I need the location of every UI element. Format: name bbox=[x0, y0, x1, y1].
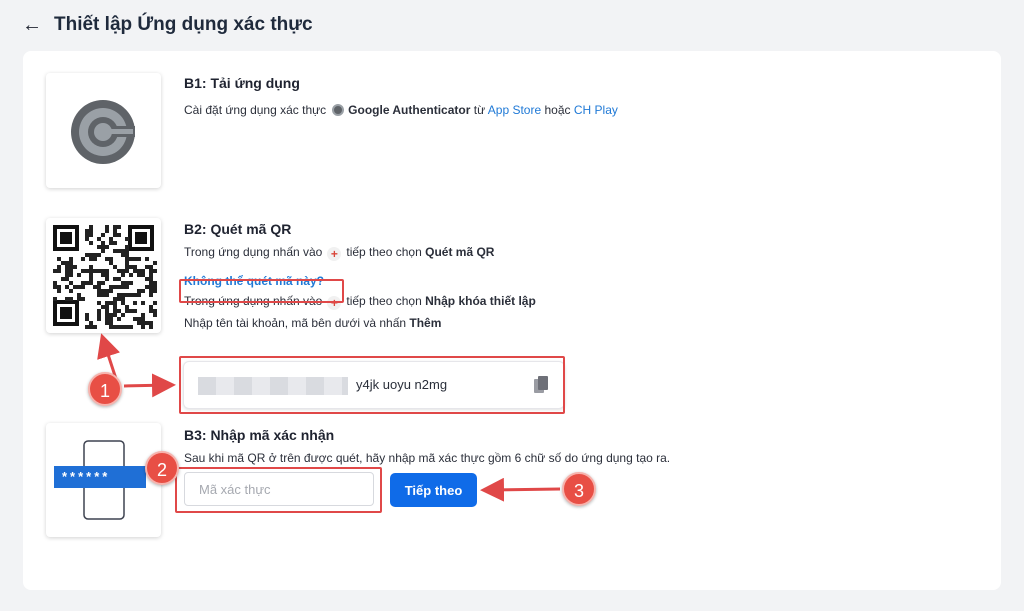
step2: B2: Quét mã QR Trong ứng dụng nhấn vào + t… bbox=[184, 221, 536, 334]
cannot-scan-highlight bbox=[179, 279, 344, 303]
step2-line1-mid: tiếp theo chọn bbox=[346, 245, 422, 259]
google-authenticator-icon bbox=[332, 104, 345, 116]
step2-title: B2: Quét mã QR bbox=[184, 221, 292, 237]
code-input-highlight bbox=[175, 467, 382, 513]
qr-code bbox=[46, 218, 161, 333]
step2-line2-mid: tiếp theo chọn bbox=[346, 294, 422, 308]
setup-key-highlight bbox=[179, 356, 565, 414]
phone-code-illustration: ****** bbox=[46, 423, 161, 537]
step3-description: Sau khi mã QR ở trên được quét, hãy nhập… bbox=[184, 451, 671, 465]
step1: B1: Tải ứng dụng Cài đặt ứng dụng xác th… bbox=[184, 75, 618, 121]
plus-icon: + bbox=[327, 247, 342, 261]
ch-play-link[interactable]: CH Play bbox=[574, 103, 618, 117]
step2-line1: Trong ứng dụng nhấn vào + tiếp theo chọn Q… bbox=[184, 241, 536, 263]
step3: B3: Nhập mã xác nhận Sau khi mã QR ở trê… bbox=[184, 427, 670, 469]
scan-qr-action: Quét mã QR bbox=[425, 245, 495, 259]
step1-title: B1: Tải ứng dụng bbox=[184, 75, 300, 91]
add-action: Thêm bbox=[409, 316, 442, 330]
step2-line1-prefix: Trong ứng dụng nhấn vào bbox=[184, 245, 323, 259]
step2-line3: Nhập tên tài khoản, mã bên dưới và nhấn … bbox=[184, 312, 536, 334]
back-arrow-icon[interactable]: ← bbox=[22, 15, 42, 35]
step1-or: hoặc bbox=[544, 103, 571, 117]
annotation-badge-2: 2 bbox=[145, 451, 179, 485]
page-title: Thiết lập Ứng dụng xác thực bbox=[54, 14, 313, 35]
step2-line3-prefix: Nhập tên tài khoản, mã bên dưới và nhấn bbox=[184, 316, 407, 330]
authenticator-app-icon bbox=[46, 73, 161, 188]
setup-card: B1: Tải ứng dụng Cài đặt ứng dụng xác th… bbox=[23, 51, 1001, 590]
step1-description: Cài đặt ứng dụng xác thực Google Authenti… bbox=[184, 99, 618, 121]
page-header: ← Thiết lập Ứng dụng xác thực bbox=[22, 12, 313, 38]
enter-setup-key-action: Nhập khóa thiết lập bbox=[425, 294, 536, 308]
step1-desc-prefix: Cài đặt ứng dụng xác thực bbox=[184, 103, 327, 117]
step3-title: B3: Nhập mã xác nhận bbox=[184, 427, 335, 443]
app-name: Google Authenticator bbox=[348, 103, 471, 117]
phone-mask-text: ****** bbox=[62, 469, 111, 484]
annotation-badge-1: 1 bbox=[88, 372, 122, 406]
step1-from: từ bbox=[473, 103, 486, 117]
next-button[interactable]: Tiếp theo bbox=[390, 473, 477, 507]
annotation-badge-3: 3 bbox=[562, 472, 596, 506]
app-store-link[interactable]: App Store bbox=[488, 103, 541, 117]
